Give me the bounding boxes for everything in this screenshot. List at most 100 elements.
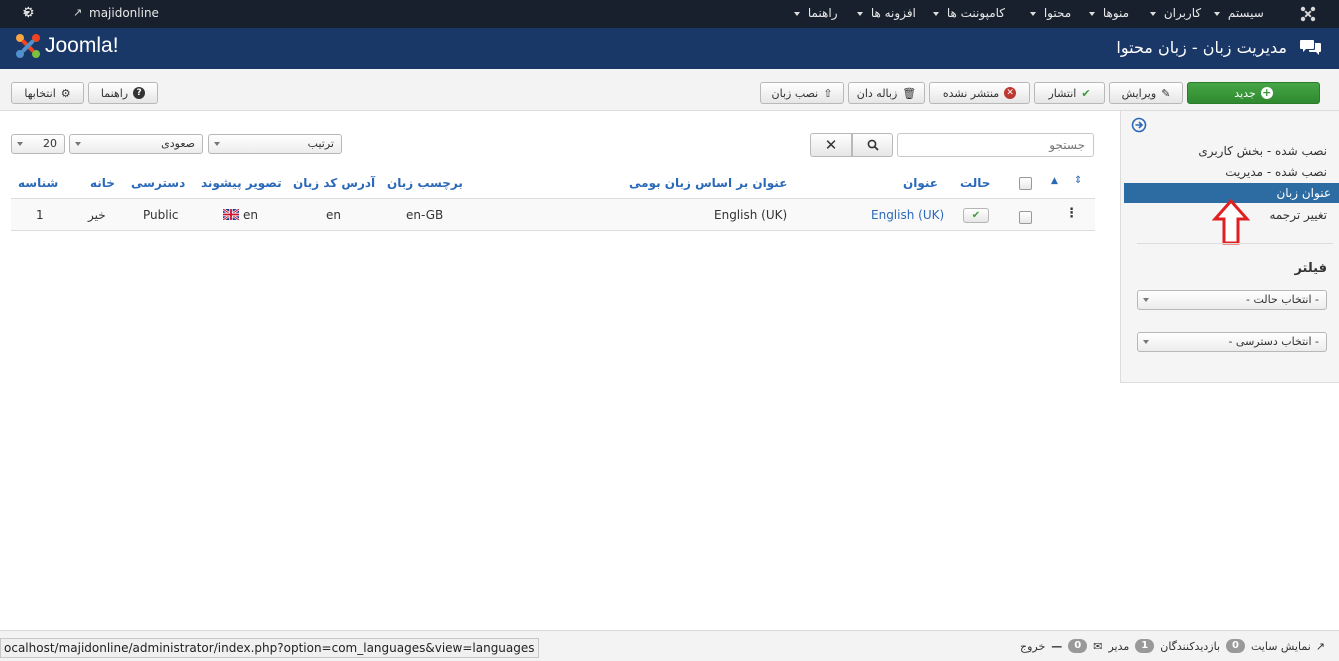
help-button[interactable]: ? راهنما: [88, 82, 158, 104]
close-icon: ✕: [824, 136, 838, 154]
published-toggle-button[interactable]: ✔: [963, 208, 989, 223]
install-language-button-label: نصب زبان: [771, 86, 819, 100]
chevron-down-icon: [1143, 340, 1149, 344]
drag-handle-icon[interactable]: ⋮: [1065, 206, 1078, 221]
joomla-logo[interactable]: Joomla!: [14, 32, 119, 60]
menu-help-label: راهنما: [807, 6, 838, 20]
edit-button[interactable]: ✎ ویرایش: [1109, 82, 1183, 104]
status-filter-value: - انتخاب حالت -: [1246, 293, 1319, 306]
logout-link[interactable]: خروج: [1020, 640, 1045, 653]
install-language-button[interactable]: ⇧ نصب زبان: [760, 82, 844, 104]
row-url-code: en: [326, 208, 341, 222]
red-arrow-annotation-icon: [1212, 199, 1250, 245]
sidebar-item-installed-admin[interactable]: نصب شده - مدیریت: [1225, 165, 1327, 179]
menu-users[interactable]: کاربران: [1150, 6, 1201, 20]
options-button-label: انتخابها: [24, 86, 56, 100]
collapse-sidebar-icon[interactable]: [1131, 117, 1147, 133]
limit-select[interactable]: 20: [11, 134, 65, 154]
external-link-icon: ↗: [73, 6, 83, 19]
chevron-down-icon: [857, 11, 863, 16]
select-all-checkbox[interactable]: [1019, 177, 1032, 190]
page-title: مدیریت زبان - زبان محتوا: [1116, 38, 1287, 57]
search-input[interactable]: [897, 133, 1094, 157]
direction-select[interactable]: صعودی: [69, 134, 203, 154]
column-header-url-code[interactable]: آدرس کد زبان: [293, 176, 375, 190]
menu-extensions[interactable]: افزونه ها: [857, 6, 916, 20]
top-navbar: سیستم کاربران منوها محتوا کامپوننت ها اف…: [0, 0, 1339, 28]
admins-label: مدیر: [1108, 639, 1130, 653]
column-header-id[interactable]: شناسه: [18, 176, 58, 190]
status-filter-select[interactable]: - انتخاب حالت -: [1137, 290, 1327, 310]
row-access: Public: [143, 208, 179, 222]
menu-help[interactable]: راهنما: [794, 6, 838, 20]
messages-count-badge: 0: [1068, 639, 1088, 653]
trash-button[interactable]: 🗑 زباله دان: [848, 82, 925, 104]
sort-ascending-icon[interactable]: ▲: [1051, 176, 1058, 186]
chevron-down-icon: [933, 11, 939, 16]
clear-search-button[interactable]: ✕: [810, 133, 852, 157]
view-site-label: نمایش سایت: [1250, 639, 1311, 653]
row-home: خیر: [88, 208, 106, 222]
toolbar: + جدید ✎ ویرایش ✔ انتشار ✕ منتشر نشده 🗑 …: [0, 69, 1339, 111]
envelope-icon[interactable]: ✉: [1093, 640, 1102, 653]
check-icon: ✔: [971, 210, 981, 221]
direction-value: صعودی: [161, 137, 195, 150]
status-url-tooltip: ocalhost/majidonline/administrator/index…: [0, 638, 539, 658]
menu-content[interactable]: محتوا: [1030, 6, 1071, 20]
publish-button[interactable]: ✔ انتشار: [1034, 82, 1105, 104]
menu-components-label: کامپوننت ها: [946, 6, 1005, 20]
sidebar-item-overrides[interactable]: تغییر ترجمه: [1269, 208, 1327, 222]
check-icon: ✔: [1081, 86, 1091, 100]
menu-system-label: سیستم: [1227, 6, 1264, 20]
unpublish-button-label: منتشر نشده: [942, 86, 1000, 100]
column-header-status[interactable]: حالت: [960, 176, 990, 190]
options-button[interactable]: ⚙ انتخابها: [11, 82, 84, 104]
menu-menus-label: منوها: [1102, 6, 1130, 20]
view-site-link[interactable]: ↗ نمایش سایت: [1251, 640, 1325, 653]
minus-icon: —: [1051, 639, 1063, 653]
chevron-down-icon: [1214, 11, 1220, 16]
menu-components[interactable]: کامپوننت ها: [933, 6, 1005, 20]
edit-icon: ✎: [1161, 86, 1171, 100]
column-header-language-tag[interactable]: برچسب زبان: [387, 176, 463, 190]
chevron-down-icon: [24, 11, 30, 15]
access-filter-select[interactable]: - انتخاب دسترسی -: [1137, 332, 1327, 352]
site-name-link[interactable]: majidonline: [89, 6, 159, 20]
menu-system[interactable]: سیستم: [1214, 6, 1264, 20]
row-image-prefix: en: [243, 208, 258, 222]
ordering-select[interactable]: ترتیب: [208, 134, 342, 154]
new-button[interactable]: + جدید: [1187, 82, 1320, 104]
sort-icon[interactable]: ⇕: [1074, 175, 1082, 186]
trash-icon: 🗑: [902, 86, 917, 100]
column-header-native-title[interactable]: عنوان بر اساس زبان بومی: [629, 176, 787, 190]
chevron-down-icon: [794, 11, 800, 16]
column-header-title[interactable]: عنوان: [903, 176, 938, 190]
joomla-logo-text: Joomla!: [45, 34, 119, 57]
column-header-home[interactable]: خانه: [90, 176, 115, 190]
row-native-title: English (UK): [714, 208, 788, 222]
row-language-tag: en-GB: [406, 208, 444, 222]
column-header-image-prefix[interactable]: تصویر پیشوند: [201, 176, 282, 190]
sidebar-item-installed-site[interactable]: نصب شده - بخش کاربری: [1198, 144, 1327, 158]
chevron-down-icon: [1089, 11, 1095, 16]
visitors-count-badge: 0: [1226, 639, 1245, 653]
row-title-link[interactable]: English (UK): [871, 208, 944, 222]
chevron-down-icon: [214, 142, 220, 146]
unpublish-button[interactable]: ✕ منتشر نشده: [929, 82, 1030, 104]
chevron-down-icon: [1150, 11, 1156, 16]
row-checkbox[interactable]: [1019, 211, 1032, 224]
chevron-down-icon: [1143, 298, 1149, 302]
limit-value: 20: [43, 137, 57, 150]
status-items: ↗ نمایش سایت 0 بازدیدکنندگان 1 مدیر ✉ 0 …: [1020, 639, 1325, 653]
menu-menus[interactable]: منوها: [1089, 6, 1129, 20]
joomla-menu-icon[interactable]: [1300, 6, 1316, 22]
menu-content-label: محتوا: [1043, 6, 1072, 20]
page-header: Joomla! مدیریت زبان - زبان محتوا: [0, 28, 1339, 69]
uk-flag-icon: [223, 209, 239, 220]
column-header-access[interactable]: دسترسی: [131, 176, 185, 190]
search-button[interactable]: [852, 133, 893, 157]
access-filter-value: - انتخاب دسترسی -: [1228, 335, 1319, 348]
new-button-label: جدید: [1234, 86, 1256, 100]
question-icon: ?: [133, 87, 146, 99]
sidebar-item-content-languages-label: عنوان زبان: [1276, 186, 1331, 200]
